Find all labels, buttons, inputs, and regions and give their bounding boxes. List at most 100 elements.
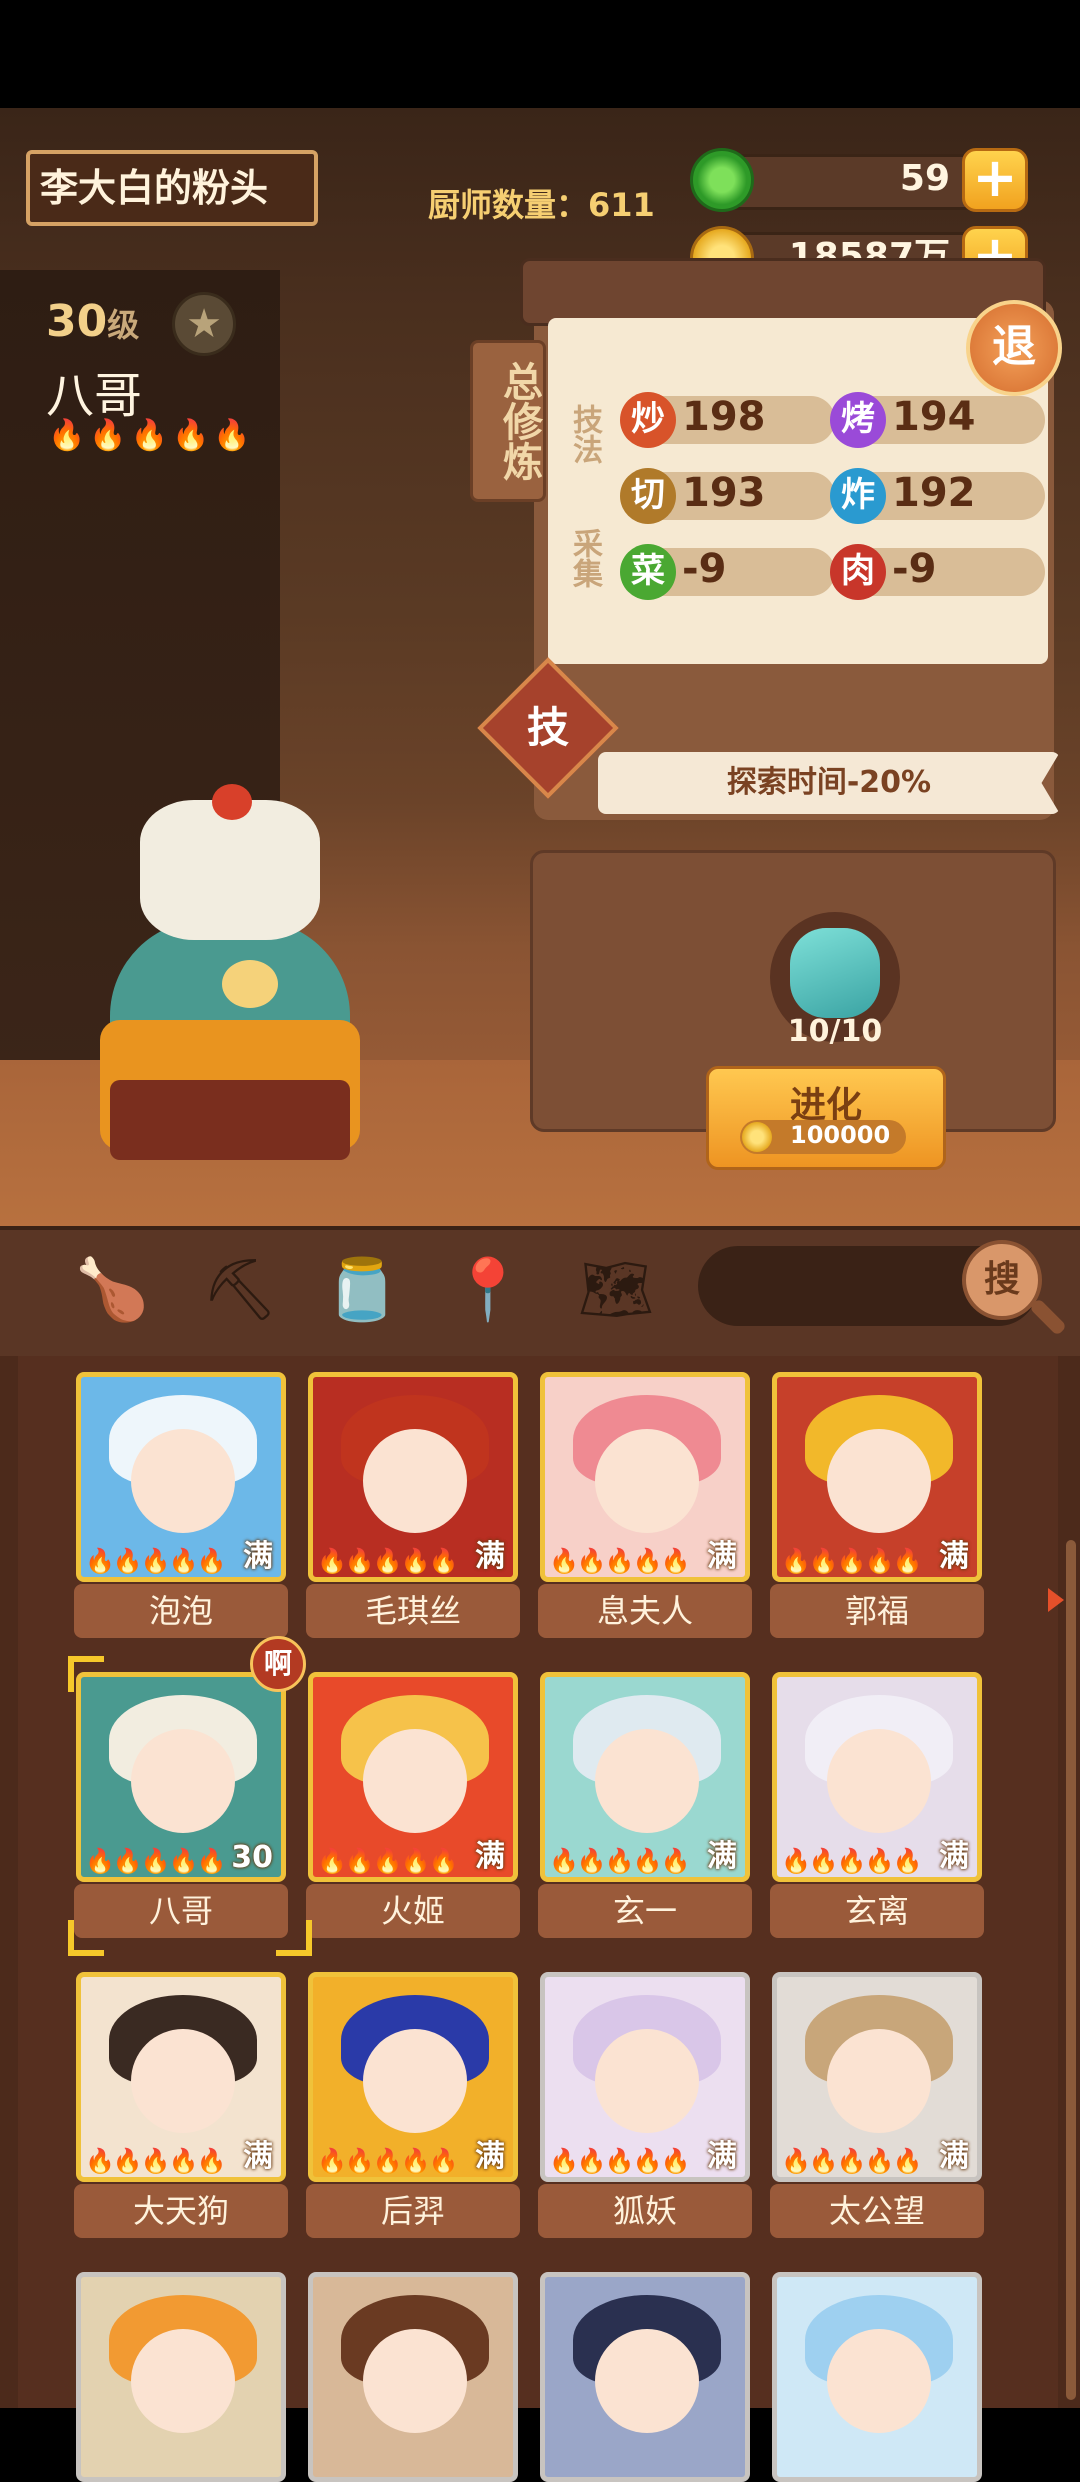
chef-jar-hat <box>140 800 320 940</box>
chef-card-name[interactable]: 郭福 <box>770 1584 984 1638</box>
chef-card[interactable] <box>540 2272 750 2482</box>
portrait-face <box>131 1429 235 1533</box>
rarity-flames: 🔥🔥🔥🔥🔥 <box>317 1847 458 1875</box>
chef-card[interactable]: 🔥🔥🔥🔥🔥 满 <box>308 1972 518 2182</box>
chef-card-name[interactable]: 太公望 <box>770 2184 984 2238</box>
portrait-face <box>363 2329 467 2433</box>
rarity-flames: 🔥🔥🔥🔥🔥 <box>317 1547 458 1575</box>
chef-card[interactable]: 🔥🔥🔥🔥🔥 满 <box>772 1972 982 2182</box>
selection-corner <box>68 1920 104 1956</box>
chef-card[interactable] <box>772 2272 982 2482</box>
chef-card-name[interactable]: 毛琪丝 <box>306 1584 520 1638</box>
star-icon[interactable]: ★ <box>172 292 236 356</box>
stat-value: -9 <box>682 546 727 592</box>
card-badge: 满 <box>707 1539 737 1574</box>
chef-card[interactable]: 🔥🔥🔥🔥🔥 满 <box>540 1972 750 2182</box>
rarity-flames: 🔥🔥🔥🔥🔥 <box>85 1847 226 1875</box>
card-badge: 满 <box>939 1539 969 1574</box>
selection-corner <box>68 1656 104 1692</box>
chef-card[interactable]: 🔥🔥🔥🔥🔥 30 <box>76 1672 286 1882</box>
selection-corner <box>276 1920 312 1956</box>
total-training-tab[interactable]: 总修炼 <box>470 340 546 502</box>
card-badge: 满 <box>243 2139 273 2174</box>
chef-card[interactable]: 🔥🔥🔥🔥🔥 满 <box>772 1672 982 1882</box>
stat-value: -9 <box>892 546 937 592</box>
card-badge: 30 <box>231 1840 273 1875</box>
stat-value: 194 <box>892 394 976 440</box>
chef-card-name[interactable]: 狐妖 <box>538 2184 752 2238</box>
evolve-stone-icon <box>790 928 880 1018</box>
card-badge: 满 <box>939 1839 969 1874</box>
card-badge: 满 <box>707 1839 737 1874</box>
stat-type-icon: 炸 <box>830 468 886 524</box>
chef-card-name[interactable]: 玄离 <box>770 1884 984 1938</box>
card-badge: 满 <box>939 2139 969 2174</box>
chef-card-name[interactable]: 息夫人 <box>538 1584 752 1638</box>
skill-label: 技 <box>526 703 569 752</box>
jade-icon <box>690 148 754 212</box>
card-badge: 满 <box>475 2139 505 2174</box>
card-badge: 满 <box>707 2139 737 2174</box>
scroll-arrow-icon[interactable] <box>1048 1588 1064 1612</box>
chef-card[interactable]: 🔥🔥🔥🔥🔥 满 <box>308 1672 518 1882</box>
stat-type-icon: 炒 <box>620 392 676 448</box>
chef-card-name[interactable]: 玄一 <box>538 1884 752 1938</box>
jar-icon[interactable]: 🫙 <box>322 1250 402 1330</box>
rarity-flames: 🔥🔥🔥🔥🔥 <box>549 2147 690 2175</box>
card-badge: 满 <box>243 1539 273 1574</box>
chef-skirt <box>110 1080 350 1160</box>
portrait-face <box>363 1429 467 1533</box>
chef-card[interactable]: 🔥🔥🔥🔥🔥 满 <box>308 1372 518 1582</box>
chef-card-name[interactable]: 后羿 <box>306 2184 520 2238</box>
shovel-icon[interactable]: ⛏ <box>200 1250 280 1330</box>
add-jade-button[interactable]: + <box>962 148 1028 212</box>
chef-card[interactable]: 🔥🔥🔥🔥🔥 满 <box>540 1672 750 1882</box>
chef-card[interactable]: 🔥🔥🔥🔥🔥 满 <box>76 1972 286 2182</box>
rarity-flames: 🔥🔥🔥🔥🔥 <box>549 1547 690 1575</box>
rarity-flames: 🔥🔥🔥🔥🔥 <box>48 418 255 453</box>
rarity-flames: 🔥🔥🔥🔥🔥 <box>85 1547 226 1575</box>
rarity-flames: 🔥🔥🔥🔥🔥 <box>781 1547 922 1575</box>
skills-label: 技法 <box>567 404 602 464</box>
rarity-flames: 🔥🔥🔥🔥🔥 <box>317 2147 458 2175</box>
rarity-flames: 🔥🔥🔥🔥🔥 <box>85 2147 226 2175</box>
evolve-cost: 100000 <box>790 1121 891 1149</box>
rarity-flames: 🔥🔥🔥🔥🔥 <box>781 1847 922 1875</box>
portrait-face <box>595 2029 699 2133</box>
card-badge: 满 <box>475 1839 505 1874</box>
chef-card-name[interactable]: 火姬 <box>306 1884 520 1938</box>
stat-value: 193 <box>682 470 766 516</box>
panel-header-board <box>520 258 1046 326</box>
rarity-flames: 🔥🔥🔥🔥🔥 <box>781 2147 922 2175</box>
map-icon[interactable]: 🗺 <box>576 1250 656 1330</box>
portrait-face <box>595 1729 699 1833</box>
gold-coin-icon <box>742 1122 772 1152</box>
stat-type-icon: 切 <box>620 468 676 524</box>
player-name-plate[interactable]: 李大白的粉头 <box>26 150 318 226</box>
chef-level: 30级 <box>46 296 140 347</box>
scrollbar[interactable] <box>1066 1540 1076 2400</box>
portrait-face <box>131 2029 235 2133</box>
chef-card[interactable] <box>308 2272 518 2482</box>
stat-type-icon: 烤 <box>830 392 886 448</box>
drumstick-icon[interactable]: 🍗 <box>72 1250 152 1330</box>
chef-card[interactable]: 🔥🔥🔥🔥🔥 满 <box>540 1372 750 1582</box>
chef-card-name[interactable]: 泡泡 <box>74 1584 288 1638</box>
rarity-flames: 🔥🔥🔥🔥🔥 <box>549 1847 690 1875</box>
retreat-button[interactable]: 退 <box>966 300 1062 396</box>
stat-type-icon: 菜 <box>620 544 676 600</box>
chef-card[interactable]: 🔥🔥🔥🔥🔥 满 <box>772 1372 982 1582</box>
chef-card[interactable] <box>76 2272 286 2482</box>
jade-amount: 59 <box>899 158 950 199</box>
chef-beak <box>222 960 278 1008</box>
stat-value: 192 <box>892 470 976 516</box>
chef-card-name[interactable]: 大天狗 <box>74 2184 288 2238</box>
gather-label: 采集 <box>567 528 602 588</box>
portrait-face <box>827 2329 931 2433</box>
location-icon[interactable]: 📍 <box>448 1250 528 1330</box>
chef-card[interactable]: 🔥🔥🔥🔥🔥 满 <box>76 1372 286 1582</box>
stat-value: 198 <box>682 394 766 440</box>
portrait-face <box>827 1429 931 1533</box>
chef-card-name[interactable]: 八哥 <box>74 1884 288 1938</box>
selected-badge: 啊 <box>250 1636 306 1692</box>
